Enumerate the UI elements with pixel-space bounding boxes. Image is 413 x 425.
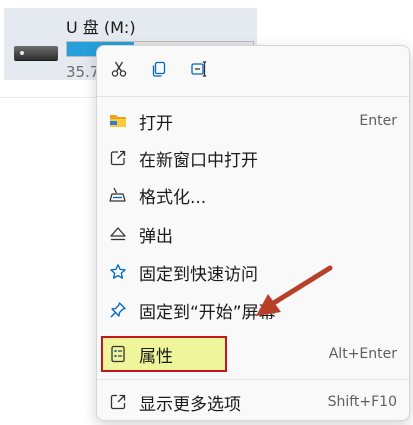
context-menu: 打开 Enter 在新窗口中打开 格式化... 弹出 固定到快速访问 固定到“开…: [96, 45, 410, 421]
menu-item-pin-quick-access[interactable]: 固定到快速访问: [101, 254, 405, 290]
menu-item-properties[interactable]: 属性 Alt+Enter: [101, 336, 405, 372]
menu-item-open-new-window[interactable]: 在新窗口中打开: [101, 140, 405, 176]
menu-separator: [97, 379, 409, 380]
menu-item-shortcut: Enter: [359, 113, 397, 129]
pin-icon: [109, 301, 127, 319]
menu-item-eject[interactable]: 弹出: [101, 216, 405, 252]
quick-action-bar: [97, 46, 409, 96]
menu-item-format[interactable]: 格式化...: [101, 177, 405, 213]
cut-icon: [110, 60, 128, 82]
menu-item-label: 固定到快速访问: [139, 264, 258, 285]
more-options-icon: [109, 393, 127, 411]
format-icon: [109, 186, 127, 204]
menu-item-label: 属性: [139, 346, 173, 367]
folder-icon: [109, 112, 127, 130]
copy-button[interactable]: [143, 56, 175, 86]
drive-size-text: 35.7: [66, 63, 100, 81]
open-new-window-icon: [109, 149, 127, 167]
menu-item-label: 打开: [139, 113, 173, 134]
menu-item-label: 在新窗口中打开: [139, 150, 258, 171]
rename-icon: [190, 60, 208, 82]
properties-icon: [109, 345, 127, 363]
menu-item-show-more-options[interactable]: 显示更多选项 Shift+F10: [101, 384, 405, 420]
menu-item-pin-start[interactable]: 固定到“开始”屏幕: [101, 292, 405, 328]
usb-drive-icon: [14, 46, 58, 60]
menu-item-shortcut: Alt+Enter: [328, 346, 397, 362]
drive-name: U 盘 (M:): [66, 18, 136, 37]
star-icon: [109, 263, 127, 281]
menu-separator: [97, 96, 409, 97]
menu-item-label: 固定到“开始”屏幕: [139, 302, 276, 323]
eject-icon: [109, 225, 127, 243]
copy-icon: [150, 60, 168, 82]
menu-item-label: 显示更多选项: [139, 394, 241, 415]
divider: [0, 97, 100, 98]
cut-button[interactable]: [103, 56, 135, 86]
menu-item-shortcut: Shift+F10: [327, 394, 397, 410]
menu-item-open[interactable]: 打开 Enter: [101, 103, 405, 139]
rename-button[interactable]: [183, 56, 215, 86]
menu-item-label: 格式化...: [139, 187, 207, 208]
menu-item-label: 弹出: [139, 226, 173, 247]
